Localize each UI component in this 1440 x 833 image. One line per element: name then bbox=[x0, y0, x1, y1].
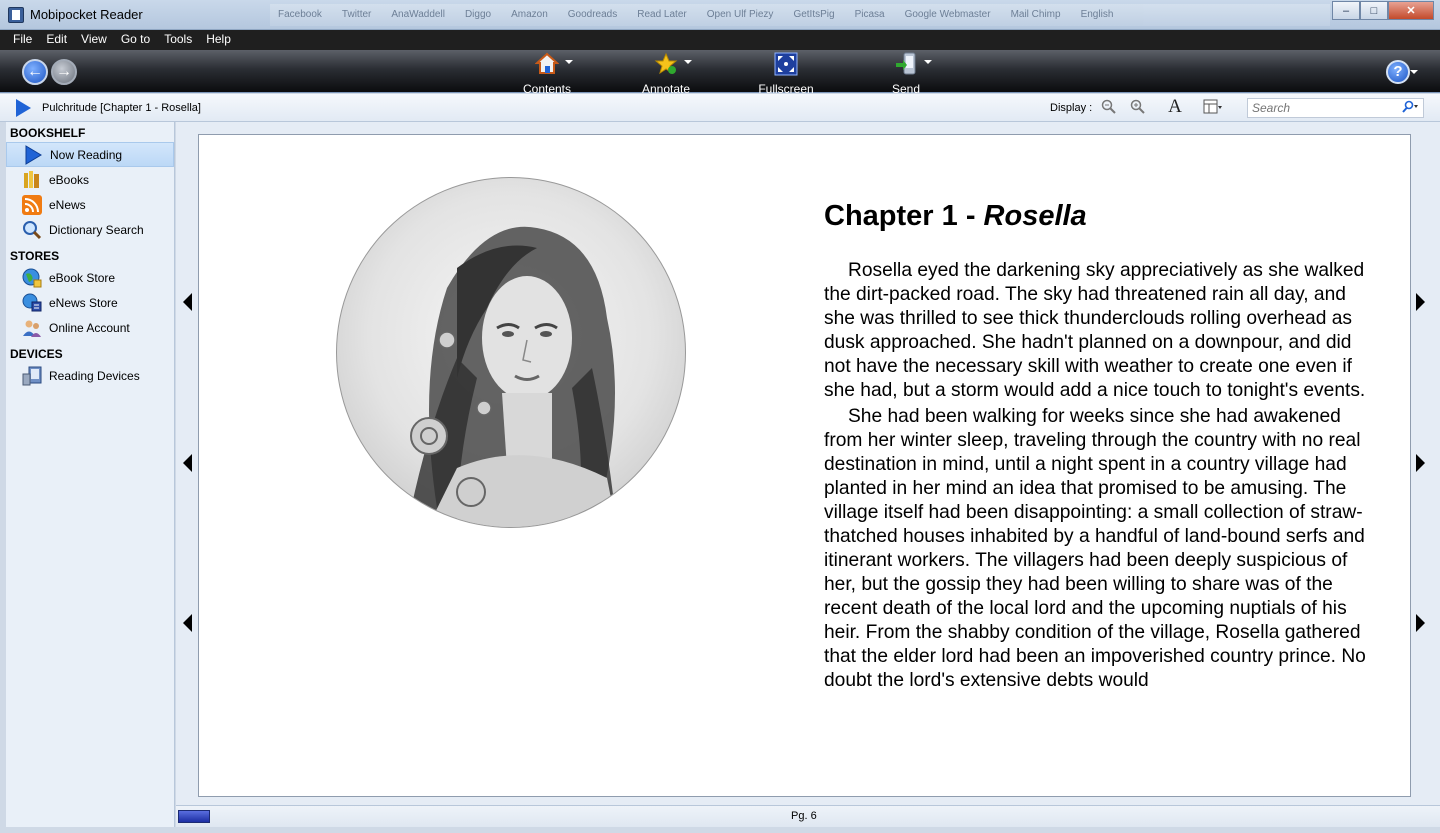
bookmark: Google Webmaster bbox=[904, 9, 991, 20]
next-page-arrow[interactable] bbox=[1416, 454, 1425, 472]
sidebar-item-dictionary-search[interactable]: Dictionary Search bbox=[6, 217, 174, 242]
search-icon[interactable] bbox=[1401, 100, 1419, 117]
minimize-button[interactable]: – bbox=[1332, 1, 1360, 20]
breadcrumb: Pulchritude [Chapter 1 - Rosella] bbox=[42, 102, 201, 114]
sidebar-item-label: eNews bbox=[49, 197, 86, 212]
bookmark: Picasa bbox=[854, 9, 885, 20]
search-box bbox=[1247, 98, 1424, 118]
chapter-number: Chapter 1 - bbox=[824, 200, 984, 232]
menu-tools[interactable]: Tools bbox=[157, 30, 199, 50]
menu-goto[interactable]: Go to bbox=[114, 30, 157, 50]
bookmark: Read Later bbox=[637, 9, 687, 20]
sidebar-item-label: Reading Devices bbox=[49, 368, 140, 383]
maximize-button[interactable]: □ bbox=[1360, 1, 1388, 20]
annotate-button[interactable]: Annotate bbox=[626, 52, 706, 96]
chapter-body: Rosella eyed the darkening sky appreciat… bbox=[824, 259, 1369, 695]
fullscreen-icon bbox=[774, 52, 798, 76]
paragraph: Rosella eyed the darkening sky appreciat… bbox=[824, 260, 1366, 401]
bookmark: Diggo bbox=[464, 9, 492, 20]
chapter-title: Chapter 1 - Rosella bbox=[824, 200, 1087, 233]
bookmark: AnaWaddell bbox=[391, 9, 445, 20]
magnifier-icon bbox=[22, 220, 42, 240]
bookmark: Twitter bbox=[341, 9, 372, 20]
next-page-arrow[interactable] bbox=[1416, 614, 1425, 632]
previous-page-arrow[interactable] bbox=[183, 614, 192, 632]
sidebar-item-enews-store[interactable]: eNews Store bbox=[6, 290, 174, 315]
device-icon bbox=[22, 366, 42, 386]
next-page-arrow[interactable] bbox=[1416, 293, 1425, 311]
sidebar-item-label: Dictionary Search bbox=[49, 222, 144, 237]
chevron-down-icon bbox=[565, 60, 573, 68]
close-button[interactable]: ✕ bbox=[1388, 1, 1434, 20]
sidebar-item-now-reading[interactable]: Now Reading bbox=[6, 142, 174, 167]
sidebar-item-label: eBook Store bbox=[49, 270, 116, 285]
menu-bar: File Edit View Go to Tools Help bbox=[0, 30, 1440, 50]
fullscreen-button[interactable]: Fullscreen bbox=[746, 52, 826, 96]
devices-heading: DEVICES bbox=[10, 347, 63, 361]
chapter-name: Rosella bbox=[983, 200, 1087, 232]
globe-icon bbox=[22, 268, 42, 288]
search-input[interactable] bbox=[1248, 99, 1388, 117]
bookmark: Facebook bbox=[278, 9, 322, 20]
house-icon bbox=[534, 52, 560, 76]
chevron-down-icon bbox=[684, 60, 692, 68]
help-button[interactable]: ? bbox=[1386, 60, 1410, 84]
back-button[interactable]: ← bbox=[22, 59, 48, 85]
bookmark: GetItsPig bbox=[793, 9, 835, 20]
rss-icon bbox=[22, 194, 42, 215]
globe-news-icon bbox=[22, 293, 42, 313]
chevron-down-icon[interactable] bbox=[1410, 70, 1418, 78]
layout-icon[interactable] bbox=[1203, 99, 1222, 117]
sidebar-item-label: Now Reading bbox=[50, 147, 123, 162]
window-titlebar: Mobipocket Reader Facebook Twitter AnaWa… bbox=[0, 0, 1440, 30]
sidebar-item-enews[interactable]: eNews bbox=[6, 192, 174, 217]
bookshelf-heading: BOOKSHELF bbox=[10, 126, 86, 140]
status-bar: Pg. 6 bbox=[176, 805, 1440, 827]
previous-page-arrow[interactable] bbox=[183, 293, 192, 311]
zoom-out-icon[interactable] bbox=[1100, 99, 1118, 117]
menu-view[interactable]: View bbox=[74, 30, 114, 50]
previous-page-arrow[interactable] bbox=[183, 454, 192, 472]
background-bookmarks-bar: Facebook Twitter AnaWaddell Diggo Amazon… bbox=[270, 4, 1330, 26]
reading-progress-bar bbox=[178, 810, 210, 823]
send-button[interactable]: Send bbox=[866, 52, 946, 96]
sidebar-item-online-account[interactable]: Online Account bbox=[6, 315, 174, 340]
contents-button[interactable]: Contents bbox=[507, 52, 587, 96]
page-number: Pg. 6 bbox=[791, 810, 817, 822]
location-bar: Pulchritude [Chapter 1 - Rosella] Displa… bbox=[0, 94, 1440, 122]
play-icon bbox=[16, 99, 31, 117]
forward-button[interactable]: → bbox=[51, 59, 77, 85]
sidebar-item-ebook-store[interactable]: eBook Store bbox=[6, 265, 174, 290]
paragraph: She had been walking for weeks since she… bbox=[824, 406, 1366, 691]
bookmark: Goodreads bbox=[567, 9, 618, 20]
play-icon bbox=[23, 144, 43, 165]
menu-edit[interactable]: Edit bbox=[39, 30, 74, 50]
sidebar-item-reading-devices[interactable]: Reading Devices bbox=[6, 363, 174, 388]
books-icon bbox=[22, 170, 42, 190]
chapter-portrait-image bbox=[336, 177, 686, 528]
window-controls: – □ ✕ bbox=[1332, 1, 1434, 20]
menu-help[interactable]: Help bbox=[199, 30, 238, 50]
sidebar-item-label: Online Account bbox=[49, 320, 130, 335]
bookmark: Mail Chimp bbox=[1010, 9, 1061, 20]
app-icon bbox=[8, 7, 24, 23]
bookmark: Amazon bbox=[511, 9, 548, 20]
sidebar: BOOKSHELF Now Reading eBooks eNews Dicti… bbox=[6, 122, 175, 827]
bookmark: English bbox=[1080, 9, 1114, 20]
zoom-in-icon[interactable] bbox=[1129, 99, 1147, 117]
star-icon bbox=[654, 52, 678, 76]
users-icon bbox=[22, 318, 42, 338]
menu-file[interactable]: File bbox=[6, 30, 39, 50]
sidebar-item-label: eBooks bbox=[49, 172, 90, 187]
window-title: Mobipocket Reader bbox=[30, 7, 143, 22]
sidebar-item-label: eNews Store bbox=[49, 295, 118, 310]
chevron-down-icon bbox=[924, 60, 932, 68]
bookmark: Open Ulf Piezy bbox=[706, 9, 774, 20]
sidebar-item-ebooks[interactable]: eBooks bbox=[6, 167, 174, 192]
send-device-icon bbox=[894, 52, 918, 76]
main-toolbar: ← → Contents Annotate Fullscreen Send ? bbox=[0, 50, 1440, 96]
font-size-button[interactable]: A bbox=[1163, 96, 1187, 117]
display-label: Display : bbox=[1050, 102, 1093, 114]
stores-heading: STORES bbox=[10, 249, 60, 263]
